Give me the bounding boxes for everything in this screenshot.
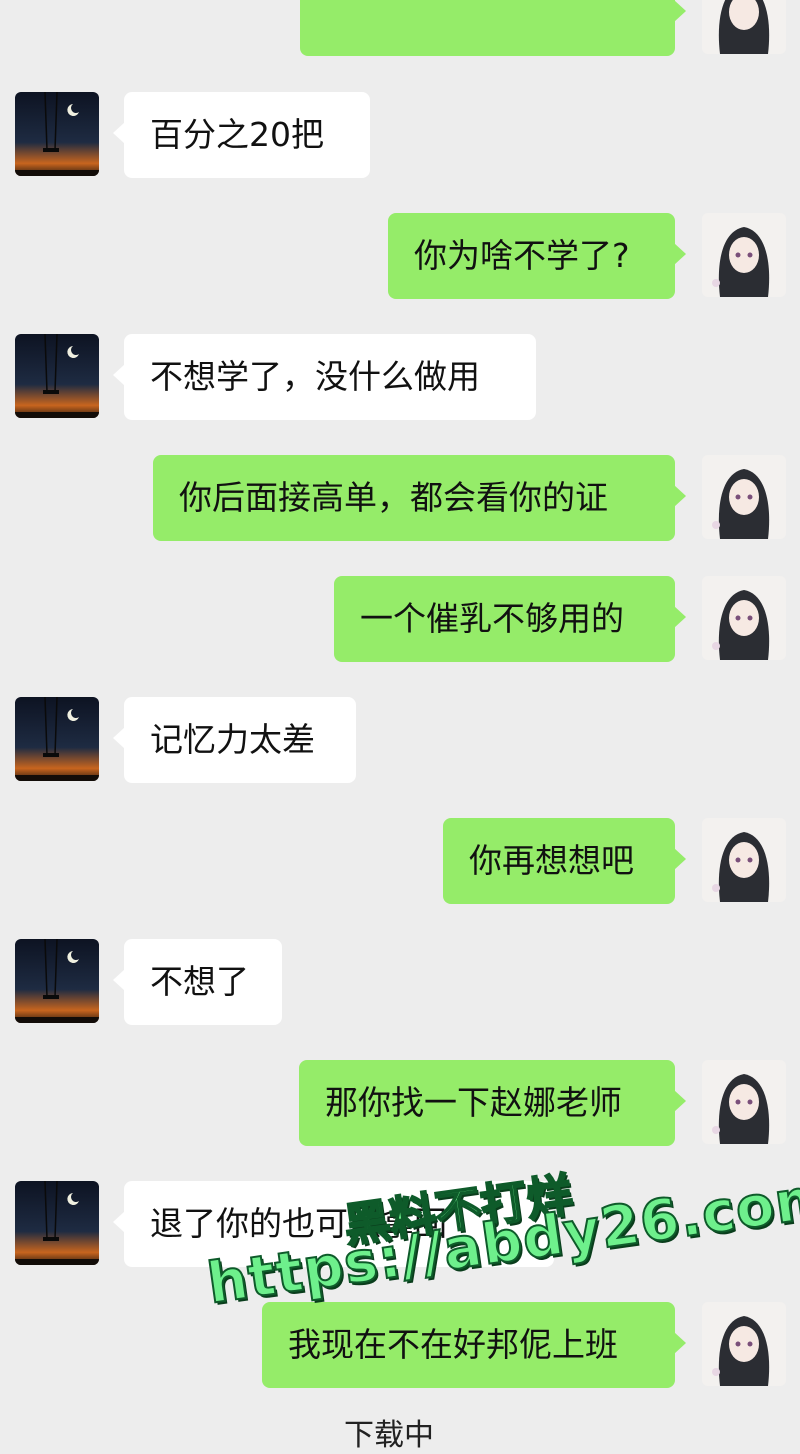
contact-avatar-self[interactable]	[702, 818, 786, 902]
contact-avatar-other[interactable]	[15, 1181, 99, 1265]
message-bubble-outgoing[interactable]: 一个催乳不够用的	[334, 576, 686, 662]
night-sky-avatar-icon	[15, 334, 99, 418]
night-sky-avatar-icon	[15, 697, 99, 781]
message-bubble-outgoing[interactable]: 你后面接高单，都会看你的证	[153, 455, 686, 541]
contact-avatar-other[interactable]	[15, 697, 99, 781]
bottom-partial-text: 下载中	[344, 1418, 434, 1453]
message-row: 不想了	[0, 939, 800, 1025]
anime-girl-avatar-icon	[702, 0, 786, 54]
anime-girl-avatar-icon	[702, 818, 786, 902]
message-bubble-incoming[interactable]: 不想了	[113, 939, 282, 1025]
message-row: 一个催乳不够用的	[0, 576, 800, 662]
night-sky-avatar-icon	[15, 939, 99, 1023]
contact-avatar-self[interactable]	[702, 0, 786, 54]
contact-avatar-self[interactable]	[702, 213, 786, 297]
contact-avatar-other[interactable]	[15, 939, 99, 1023]
anime-girl-avatar-icon	[702, 1302, 786, 1386]
contact-avatar-other[interactable]	[15, 334, 99, 418]
anime-girl-avatar-icon	[702, 576, 786, 660]
message-row: 你为啥不学了?	[0, 213, 800, 299]
contact-avatar-self[interactable]	[702, 576, 786, 660]
message-row: 不想学了，没什么做用	[0, 334, 800, 420]
night-sky-avatar-icon	[15, 92, 99, 176]
message-row: 你再想想吧	[0, 818, 800, 904]
message-bubble-outgoing[interactable]: 你为啥不学了?	[388, 213, 686, 299]
message-bubble-outgoing[interactable]: 我现在不在好邦伲上班	[262, 1302, 686, 1388]
anime-girl-avatar-icon	[702, 1060, 786, 1144]
message-bubble-outgoing[interactable]: 你再想想吧	[443, 818, 686, 904]
anime-girl-avatar-icon	[702, 455, 786, 539]
contact-avatar-self[interactable]	[702, 1302, 786, 1386]
message-bubble-incoming[interactable]: 百分之20把	[113, 92, 370, 178]
night-sky-avatar-icon	[15, 1181, 99, 1265]
message-row: 百分之20把	[0, 92, 800, 178]
message-row: 你后面接高单，都会看你的证	[0, 455, 800, 541]
message-row: 那你找一下赵娜老师	[0, 1060, 800, 1146]
contact-avatar-self[interactable]	[702, 455, 786, 539]
message-bubble-incoming[interactable]: 不想学了，没什么做用	[113, 334, 536, 420]
anime-girl-avatar-icon	[702, 213, 786, 297]
message-row: 记忆力太差	[0, 697, 800, 783]
message-bubble-outgoing[interactable]: 那你找一下赵娜老师	[299, 1060, 686, 1146]
message-row	[0, 0, 800, 56]
message-bubble-incoming[interactable]: 记忆力太差	[113, 697, 356, 783]
contact-avatar-self[interactable]	[702, 1060, 786, 1144]
contact-avatar-other[interactable]	[15, 92, 99, 176]
message-bubble-outgoing[interactable]	[300, 0, 686, 56]
message-row: 我现在不在好邦伲上班	[0, 1302, 800, 1388]
